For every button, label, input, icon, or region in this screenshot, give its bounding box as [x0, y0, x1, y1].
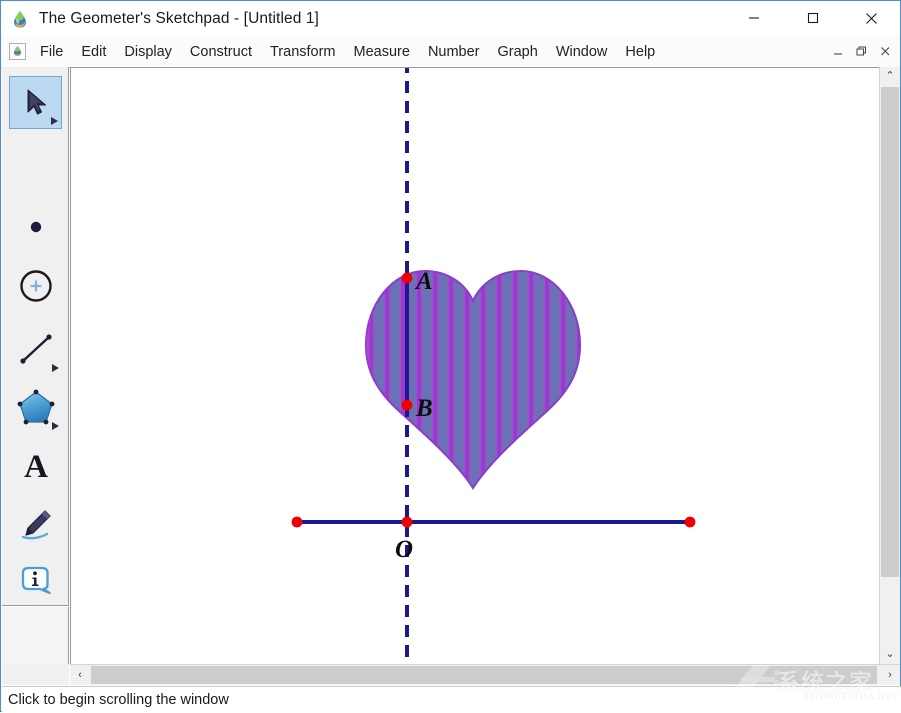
tool-palette: A [2, 67, 69, 653]
sketchpad-drop-icon [10, 9, 30, 29]
text-tool[interactable]: A [9, 438, 62, 491]
title-bar: The Geometer's Sketchpad - [Untitled 1] [1, 1, 900, 36]
sketchpad-document-icon [9, 43, 26, 60]
mdi-close-button[interactable] [876, 42, 895, 61]
mdi-restore-button[interactable] [852, 42, 871, 61]
sketch-canvas[interactable]: A B O [70, 67, 879, 664]
label-point-o[interactable]: O [395, 536, 413, 563]
chevron-right-icon: › [888, 668, 892, 681]
point-segment-left-endpoint[interactable] [291, 516, 303, 528]
point-tool[interactable] [9, 200, 62, 253]
compass-circle-tool[interactable] [9, 259, 62, 312]
application-window: The Geometer's Sketchpad - [Untitled 1] … [0, 0, 901, 712]
menu-item-graph[interactable]: Graph [489, 41, 547, 63]
menu-item-transform[interactable]: Transform [261, 41, 345, 63]
straightedge-tool-flyout-icon [52, 364, 59, 372]
information-tool[interactable] [9, 556, 62, 609]
point-b[interactable] [401, 399, 413, 411]
window-maximize-button[interactable] [790, 1, 836, 35]
window-close-button[interactable] [848, 1, 894, 35]
label-point-b[interactable]: B [415, 395, 433, 422]
svg-text:A: A [24, 449, 48, 484]
polygon-tool[interactable] [9, 380, 62, 433]
label-point-a[interactable]: A [414, 268, 433, 295]
window-title: The Geometer's Sketchpad - [Untitled 1] [39, 9, 319, 27]
point-o[interactable] [401, 516, 413, 528]
scrollbar-corner [2, 664, 69, 685]
menu-item-edit[interactable]: Edit [72, 41, 115, 63]
chevron-left-icon: ‹ [78, 668, 82, 681]
point-segment-right-endpoint[interactable] [684, 516, 696, 528]
menu-item-display[interactable]: Display [115, 41, 181, 63]
arrow-select-tool[interactable] [9, 76, 62, 129]
sketch-drawing: A B O [291, 68, 696, 664]
menu-bar: File Edit Display Construct Transform Me… [1, 36, 900, 68]
marker-pen-tool[interactable] [9, 497, 62, 550]
mdi-minimize-button[interactable] [829, 42, 848, 61]
menu-item-window[interactable]: Window [547, 41, 617, 63]
status-message: Click to begin scrolling the window [8, 691, 229, 708]
chevron-down-icon: ⌄ [885, 648, 895, 660]
arrow-tool-flyout-icon [51, 117, 58, 125]
menu-item-construct[interactable]: Construct [181, 41, 261, 63]
scroll-right-button[interactable]: › [880, 665, 900, 685]
horizontal-scroll-thumb[interactable] [91, 666, 877, 684]
straightedge-tool[interactable] [9, 322, 62, 375]
scroll-up-button[interactable]: ⌃ [880, 67, 900, 86]
heart-shape[interactable] [364, 269, 582, 490]
point-a[interactable] [401, 272, 413, 284]
polygon-tool-flyout-icon [52, 422, 59, 430]
menu-item-help[interactable]: Help [616, 41, 664, 63]
chevron-up-icon: ⌃ [885, 70, 895, 82]
vertical-scroll-thumb[interactable] [881, 87, 899, 577]
horizontal-scrollbar[interactable]: ‹ › [70, 664, 900, 685]
menu-item-number[interactable]: Number [419, 41, 489, 63]
scroll-down-button[interactable]: ⌄ [880, 645, 900, 664]
scroll-left-button[interactable]: ‹ [70, 665, 90, 685]
menu-item-measure[interactable]: Measure [345, 41, 419, 63]
status-bar: Click to begin scrolling the window [2, 686, 901, 712]
menu-item-file[interactable]: File [31, 41, 72, 63]
window-minimize-button[interactable] [731, 1, 777, 35]
vertical-scrollbar[interactable]: ⌃ ⌄ [879, 67, 900, 664]
